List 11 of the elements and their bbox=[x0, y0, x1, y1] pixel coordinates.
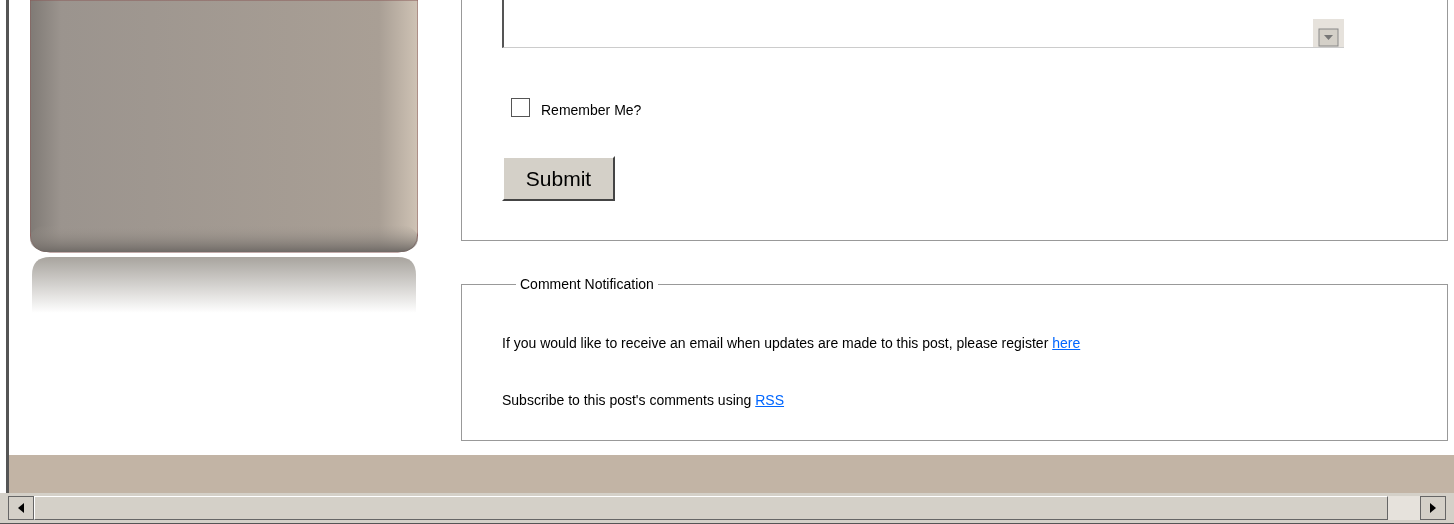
comment-notification-legend: Comment Notification bbox=[516, 274, 658, 295]
scrollbar-thumb[interactable] bbox=[34, 496, 1388, 520]
remember-me-checkbox[interactable] bbox=[511, 98, 530, 117]
link[interactable]: RSS bbox=[755, 392, 785, 408]
submit-button[interactable]: Submit bbox=[502, 156, 615, 201]
remember-me-label: Remember Me? bbox=[541, 101, 642, 120]
notification-text: If you would like to receive an email when updates are made to this post, please register here bbox=[502, 334, 1082, 353]
link[interactable]: here bbox=[1052, 335, 1081, 351]
notification-text: Subscribe to this post's comments using RSS bbox=[502, 391, 786, 410]
horizontal-scrollbar[interactable] bbox=[0, 493, 1454, 524]
comment-text-field[interactable] bbox=[502, 0, 1344, 48]
